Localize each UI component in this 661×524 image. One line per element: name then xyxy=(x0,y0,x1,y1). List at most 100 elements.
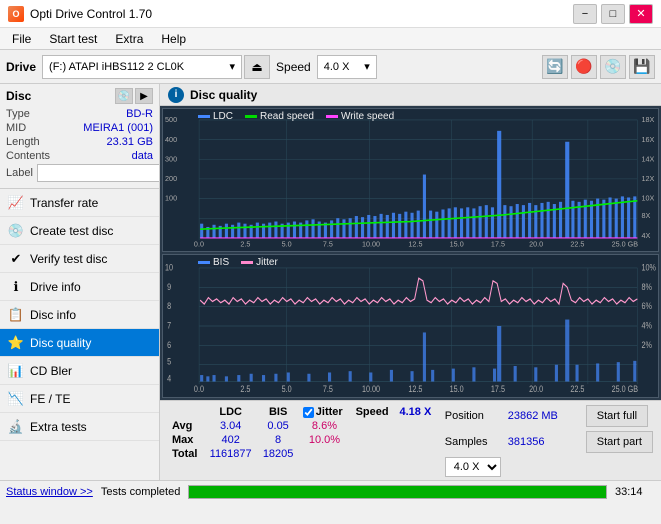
disc-quality-header-icon: i xyxy=(168,87,184,103)
svg-text:4X: 4X xyxy=(642,231,651,240)
sidebar-item-extra-tests[interactable]: 🔬 Extra tests xyxy=(0,413,159,441)
svg-text:5: 5 xyxy=(167,357,171,367)
status-window-button[interactable]: Status window >> xyxy=(6,486,93,498)
position-value: 23862 MB xyxy=(508,410,578,422)
legend-write-speed: Write speed xyxy=(326,111,394,122)
menu-help[interactable]: Help xyxy=(153,30,194,48)
drive-eject-button[interactable]: ⏏ xyxy=(244,55,270,79)
menu-file[interactable]: File xyxy=(4,30,39,48)
toolbar: Drive (F:) ATAPI iHBS112 2 CL0K ▾ ⏏ Spee… xyxy=(0,50,661,84)
svg-text:7.5: 7.5 xyxy=(323,239,333,248)
disc-quality-icon: ⭐ xyxy=(8,335,24,351)
chart-bis-svg: 10% 8% 6% 4% 2% 10 9 8 7 6 5 4 0.0 2.5 xyxy=(163,255,658,397)
close-button[interactable]: ✕ xyxy=(629,4,653,24)
sidebar-item-label: Verify test disc xyxy=(30,252,107,266)
sidebar-item-label: Transfer rate xyxy=(30,196,98,210)
speed-label: Speed xyxy=(276,60,311,74)
svg-text:16X: 16X xyxy=(642,135,655,144)
col-jitter: Jitter xyxy=(316,406,343,418)
svg-text:15.0: 15.0 xyxy=(450,384,464,394)
sidebar-item-label: Create test disc xyxy=(30,224,113,238)
svg-text:6: 6 xyxy=(167,340,171,350)
svg-text:22.5: 22.5 xyxy=(570,239,584,248)
disc-length-value: 23.31 GB xyxy=(107,136,153,148)
verify-test-disc-icon: ✔ xyxy=(8,251,24,267)
svg-text:2%: 2% xyxy=(642,340,652,350)
sidebar-item-disc-info[interactable]: 📋 Disc info xyxy=(0,301,159,329)
create-test-disc-icon: 💿 xyxy=(8,223,24,239)
svg-text:2.5: 2.5 xyxy=(240,384,250,394)
svg-text:8%: 8% xyxy=(642,282,652,292)
minimize-button[interactable]: − xyxy=(573,4,597,24)
legend-read-speed-dot xyxy=(245,115,257,118)
svg-text:2.5: 2.5 xyxy=(240,239,250,248)
transfer-rate-icon: 📈 xyxy=(8,195,24,211)
disc-mid-value: MEIRA1 (001) xyxy=(83,122,153,134)
disc-icon-2[interactable]: ▶ xyxy=(135,88,153,104)
col-speed: Speed xyxy=(350,405,394,419)
sidebar-item-cd-bler[interactable]: 📊 CD Bler xyxy=(0,357,159,385)
sidebar-item-drive-info[interactable]: ℹ Drive info xyxy=(0,273,159,301)
stats-right: Position 23862 MB Start full Samples 381… xyxy=(445,405,653,476)
sidebar-item-fe-te[interactable]: 📉 FE / TE xyxy=(0,385,159,413)
svg-text:200: 200 xyxy=(165,174,177,183)
speed-dropdown[interactable]: 4.0 X xyxy=(445,457,501,477)
menu-start-test[interactable]: Start test xyxy=(41,30,105,48)
disc-header-label: Disc xyxy=(6,89,31,103)
legend-ldc-dot xyxy=(198,115,210,118)
legend-bis-dot xyxy=(198,261,210,264)
sidebar-item-create-test-disc[interactable]: 💿 Create test disc xyxy=(0,217,159,245)
svg-text:400: 400 xyxy=(165,135,177,144)
svg-text:9: 9 xyxy=(167,282,171,292)
svg-text:10X: 10X xyxy=(642,194,655,203)
speed-select[interactable]: 4.0 X ▾ xyxy=(317,55,377,79)
start-part-button[interactable]: Start part xyxy=(586,431,653,453)
sidebar-item-label: CD Bler xyxy=(30,364,72,378)
svg-text:12X: 12X xyxy=(642,174,655,183)
disc-quality-header: i Disc quality xyxy=(160,84,661,106)
start-full-button[interactable]: Start full xyxy=(586,405,648,427)
svg-text:18X: 18X xyxy=(642,115,655,124)
svg-text:7.5: 7.5 xyxy=(323,384,333,394)
sidebar-item-verify-test-disc[interactable]: ✔ Verify test disc xyxy=(0,245,159,273)
svg-text:10%: 10% xyxy=(642,263,656,273)
sidebar-item-label: Drive info xyxy=(30,280,81,294)
burn-button[interactable]: 🔴 xyxy=(571,55,597,79)
drive-select[interactable]: (F:) ATAPI iHBS112 2 CL0K ▾ xyxy=(42,55,242,79)
disc-label-input[interactable] xyxy=(37,164,160,182)
svg-text:17.5: 17.5 xyxy=(491,384,505,394)
maximize-button[interactable]: □ xyxy=(601,4,625,24)
legend-jitter: Jitter xyxy=(241,257,278,268)
col-ldc: LDC xyxy=(204,405,258,419)
svg-text:12.5: 12.5 xyxy=(408,384,422,394)
sidebar-nav: 📈 Transfer rate 💿 Create test disc ✔ Ver… xyxy=(0,189,159,441)
svg-text:12.5: 12.5 xyxy=(408,239,422,248)
svg-text:14X: 14X xyxy=(642,154,655,163)
sidebar-item-transfer-rate[interactable]: 📈 Transfer rate xyxy=(0,189,159,217)
fe-te-icon: 📉 xyxy=(8,391,24,407)
sidebar-item-disc-quality[interactable]: ⭐ Disc quality xyxy=(0,329,159,357)
disc-button[interactable]: 💿 xyxy=(600,55,626,79)
disc-icon-1[interactable]: 💿 xyxy=(115,88,133,104)
legend-ldc: LDC xyxy=(198,111,233,122)
chart-bis-legend: BIS Jitter xyxy=(198,257,278,268)
menu-extra[interactable]: Extra xyxy=(107,30,151,48)
speed-value-header: 4.18 X xyxy=(394,405,437,419)
title-bar: O Opti Drive Control 1.70 − □ ✕ xyxy=(0,0,661,28)
drive-info-icon: ℹ xyxy=(8,279,24,295)
app-title: Opti Drive Control 1.70 xyxy=(30,7,152,21)
stats-bar: LDC BIS Jitter Speed 4.18 X Avg xyxy=(160,400,661,480)
disc-contents-label: Contents xyxy=(6,150,50,162)
jitter-checkbox[interactable] xyxy=(303,407,314,418)
svg-text:300: 300 xyxy=(165,154,177,163)
svg-text:6%: 6% xyxy=(642,301,652,311)
stats-table: LDC BIS Jitter Speed 4.18 X Avg xyxy=(168,405,437,476)
save-button[interactable]: 💾 xyxy=(629,55,655,79)
svg-text:15.0: 15.0 xyxy=(450,239,464,248)
refresh-button[interactable]: 🔄 xyxy=(542,55,568,79)
legend-jitter-dot xyxy=(241,261,253,264)
col-bis: BIS xyxy=(257,405,298,419)
sidebar-item-label: Extra tests xyxy=(30,420,87,434)
sidebar-item-label: FE / TE xyxy=(30,392,70,406)
svg-text:0.0: 0.0 xyxy=(194,384,204,394)
